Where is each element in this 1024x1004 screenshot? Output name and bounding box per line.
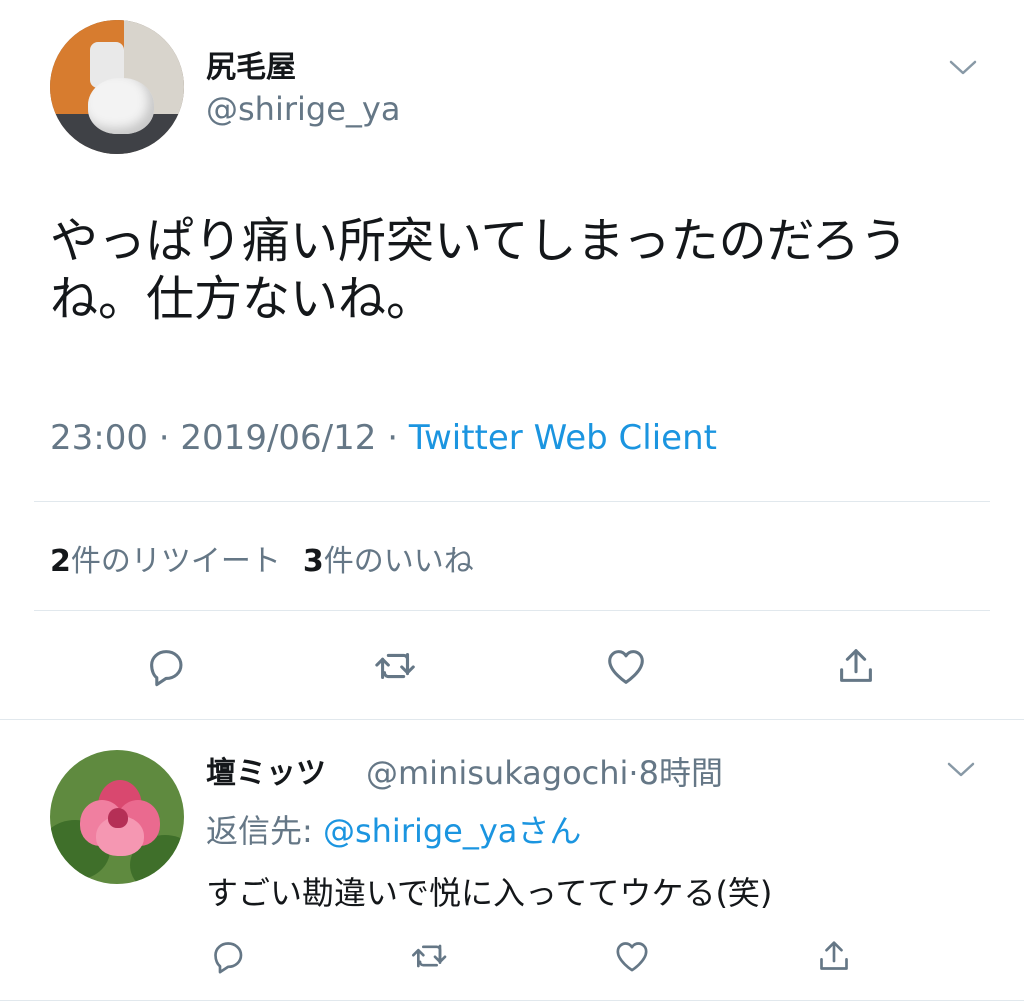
heart-icon <box>616 942 648 972</box>
tweet-date: 2019/06/12 <box>180 418 377 458</box>
reply-like-button[interactable] <box>610 934 654 978</box>
avatar-flower-center <box>108 808 128 828</box>
likes-count: 3 <box>302 544 324 579</box>
reply-to-label: 返信先: <box>206 812 313 850</box>
reply-text: すごい勘違いで悦に入っててウケる(笑) <box>206 874 773 912</box>
reply-author-name[interactable]: 壇ミッツ <box>206 748 326 792</box>
reply-button[interactable] <box>140 640 192 692</box>
divider <box>34 610 990 611</box>
reply-share-button[interactable] <box>812 934 856 978</box>
retweet-icon <box>412 944 447 968</box>
author-name[interactable]: 尻毛屋 <box>206 42 296 86</box>
like-button[interactable] <box>600 640 652 692</box>
reply-to-line: 返信先: @shirige_yaさん <box>206 806 581 852</box>
meta-separator: · <box>387 418 399 458</box>
avatar-toilet-bowl <box>88 78 154 134</box>
likes-label: 件のいいね <box>323 544 474 579</box>
divider <box>34 501 990 502</box>
meta-separator: · <box>628 754 639 792</box>
share-icon <box>820 941 848 970</box>
share-button[interactable] <box>830 640 882 692</box>
reply-author-handle: @minisukagochi·8時間 <box>366 748 723 794</box>
chevron-down-icon[interactable] <box>946 760 976 780</box>
author-avatar[interactable] <box>50 20 184 154</box>
reply-retweet-button[interactable] <box>408 934 452 978</box>
retweets-count: 2 <box>50 544 71 579</box>
retweets-label: 件のリツイート <box>70 544 281 579</box>
meta-separator: · <box>158 418 170 458</box>
reply-to-handle: @shirige_ya <box>322 812 518 850</box>
reply-author-avatar[interactable] <box>50 750 184 884</box>
divider <box>0 1000 1024 1001</box>
retweets-stat[interactable]: 2件のリツイート <box>50 544 281 579</box>
likes-stat[interactable]: 3件のいいね <box>303 544 474 579</box>
divider <box>0 719 1024 720</box>
retweet-icon <box>375 652 415 680</box>
heart-icon <box>608 650 644 684</box>
author-handle[interactable]: @shirige_ya <box>206 90 400 128</box>
tweet-stats: 2件のリツイート 3件のいいね <box>50 536 474 580</box>
reply-handle[interactable]: @minisukagochi <box>366 754 628 792</box>
chevron-down-icon[interactable] <box>948 58 978 78</box>
share-icon <box>840 649 872 682</box>
reply-to-suffix: さん <box>517 812 582 850</box>
tweet-time: 23:00 <box>50 418 148 458</box>
reply-icon <box>150 650 183 687</box>
reply-to-mention[interactable]: @shirige_yaさん <box>323 812 581 850</box>
tweet-source-link[interactable]: Twitter Web Client <box>409 418 717 458</box>
reply-reply-button[interactable] <box>206 934 250 978</box>
tweet-meta: 23:00 · 2019/06/12 · Twitter Web Client <box>50 418 717 458</box>
tweet-text: やっぱり痛い所突いてしまったのだろうね。仕方ないね。 <box>50 213 908 327</box>
reply-icon <box>214 942 243 974</box>
retweet-button[interactable] <box>370 640 422 692</box>
reply-time: 8時間 <box>638 754 723 792</box>
